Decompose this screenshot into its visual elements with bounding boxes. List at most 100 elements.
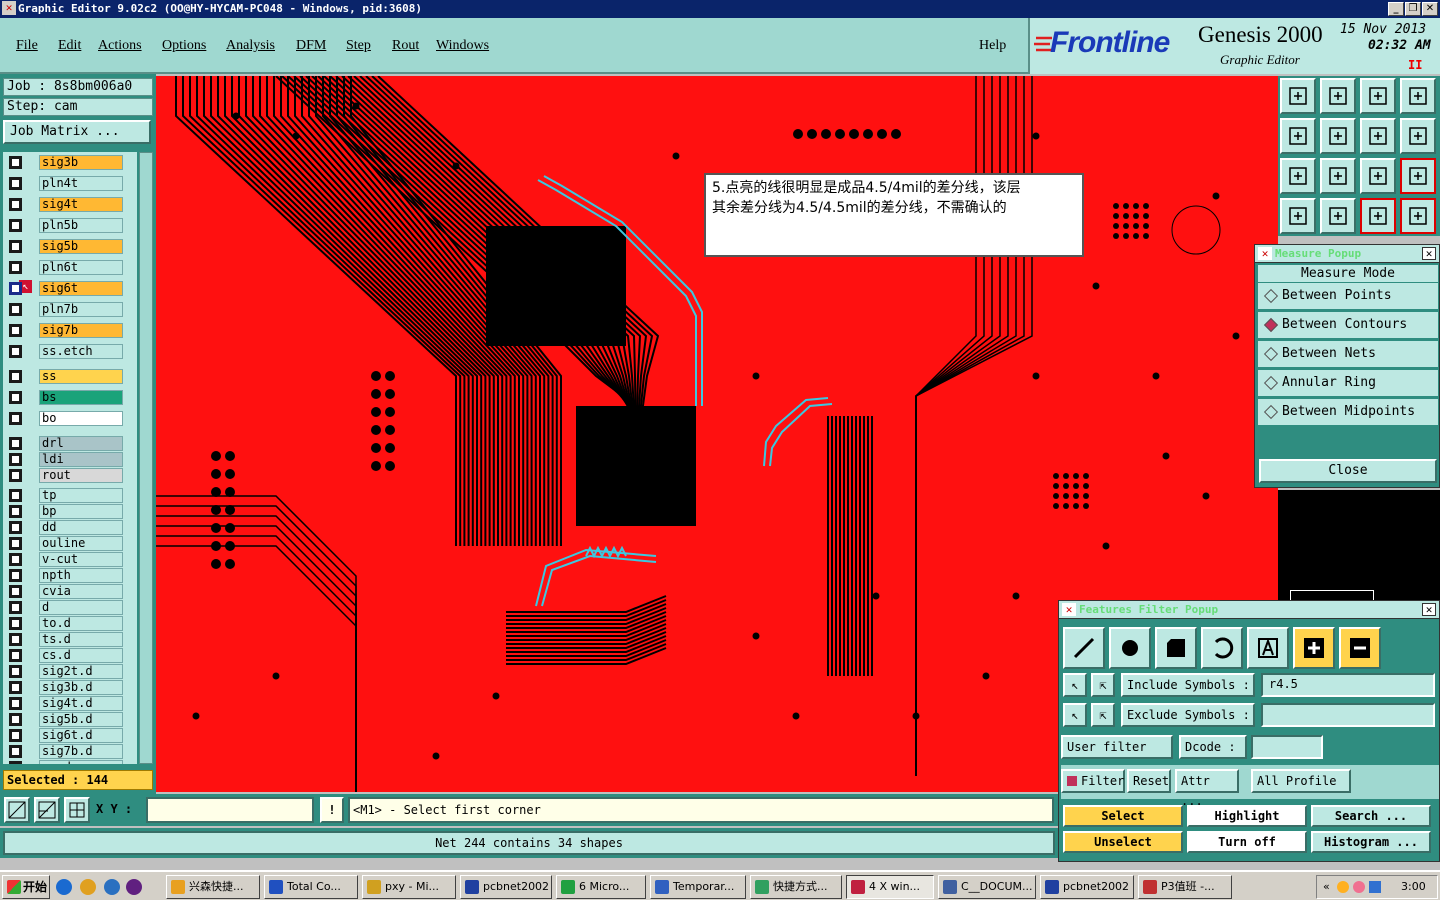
layer-checkbox[interactable]	[9, 261, 22, 274]
histogram-button[interactable]: Histogram ...	[1311, 831, 1431, 853]
zoom-left-icon[interactable]	[1280, 118, 1316, 154]
layer-checkbox[interactable]	[9, 729, 22, 742]
measure-close-button[interactable]: Close	[1259, 459, 1437, 483]
layer-row[interactable]: rout	[3, 467, 137, 484]
layer-checkbox[interactable]	[9, 219, 22, 232]
menu-actions[interactable]: Actions	[98, 38, 142, 54]
layer-row[interactable]: pln6t	[3, 259, 137, 276]
measure-option-between-midpoints[interactable]: Between Midpoints	[1258, 399, 1438, 425]
fit-height-icon[interactable]	[1320, 158, 1356, 194]
zoom-in-icon[interactable]	[1320, 78, 1356, 114]
line-feature-button[interactable]	[1063, 627, 1105, 669]
menu-rout[interactable]: Rout	[392, 38, 419, 54]
layer-row[interactable]: sig3b.d	[3, 679, 137, 696]
layer-row[interactable]: v-cut	[3, 551, 137, 568]
include-symbols-field[interactable]: r4.5	[1261, 673, 1435, 697]
layer-checkbox[interactable]	[9, 303, 22, 316]
menu-windows[interactable]: Windows	[436, 38, 489, 54]
text-feature-button[interactable]	[1247, 627, 1289, 669]
pan-icon[interactable]	[1360, 118, 1396, 154]
layer-row[interactable]: sig5b	[3, 238, 137, 255]
snap-icon[interactable]	[34, 797, 60, 823]
layer-row[interactable]: sig3b	[3, 154, 137, 171]
taskbar-button[interactable]: Temporar...	[650, 875, 746, 899]
layer-row[interactable]: ss.d	[3, 759, 137, 764]
dcode-label[interactable]: Dcode :	[1179, 735, 1247, 759]
layer-row[interactable]: ss	[3, 368, 137, 385]
positive-polarity-button[interactable]	[1293, 627, 1335, 669]
layer-row[interactable]: to.d	[3, 615, 137, 632]
menu-dfm[interactable]: DFM	[296, 38, 326, 54]
layer-checkbox[interactable]	[9, 324, 22, 337]
fit-all-icon[interactable]	[1280, 158, 1316, 194]
layer-row[interactable]: npth	[3, 567, 137, 584]
attr-button[interactable]: Attr ...	[1175, 769, 1239, 808]
taskbar-button[interactable]: 兴森快捷...	[166, 875, 260, 899]
menu-analysis[interactable]: Analysis	[226, 38, 275, 54]
layer-checkbox[interactable]	[9, 601, 22, 614]
job-matrix-button[interactable]: Job Matrix ...	[3, 120, 151, 144]
layer-scrollbar[interactable]	[139, 152, 153, 764]
exclude-arrow-left-icon[interactable]: ↖	[1063, 703, 1087, 727]
layer-row[interactable]: d	[3, 599, 137, 616]
select-button[interactable]: Select	[1063, 805, 1183, 827]
layer-checkbox[interactable]	[9, 697, 22, 710]
taskbar-button[interactable]: C__DOCUM...	[938, 875, 1036, 899]
close-window-button[interactable]: ✕	[1422, 2, 1438, 16]
layer-row[interactable]: sig5b.d	[3, 711, 137, 728]
layer-row[interactable]: sig4t	[3, 196, 137, 213]
menu-options[interactable]: Options	[162, 38, 206, 54]
grid-icon[interactable]	[64, 797, 90, 823]
taskbar-button[interactable]: 6 Micro...	[556, 875, 646, 899]
exclamation-icon[interactable]: !	[320, 797, 344, 823]
taskbar-button[interactable]: pcbnet2002	[1040, 875, 1134, 899]
layer-checkbox[interactable]	[9, 156, 22, 169]
layer-row[interactable]: pln4t	[3, 175, 137, 192]
measure-option-annular-ring[interactable]: Annular Ring	[1258, 370, 1438, 396]
tray-app-icon[interactable]	[1353, 881, 1365, 893]
measure-option-between-points[interactable]: Between Points	[1258, 283, 1438, 309]
layer-compare-icon[interactable]	[1400, 198, 1436, 234]
layer-row[interactable]: pln5b	[3, 217, 137, 234]
taskbar-button[interactable]: 4 X win...	[846, 875, 934, 899]
layer-checkbox[interactable]	[9, 681, 22, 694]
layer-row[interactable]: pln7b	[3, 301, 137, 318]
search-button[interactable]: Search ...	[1311, 805, 1431, 827]
layer-checkbox[interactable]	[9, 240, 22, 253]
clock[interactable]: 3:00	[1401, 876, 1426, 898]
layer-row[interactable]: sig4t.d	[3, 695, 137, 712]
surface-feature-button[interactable]	[1155, 627, 1197, 669]
layer-checkbox[interactable]	[9, 713, 22, 726]
layer-row[interactable]: cs.d	[3, 647, 137, 664]
taskbar-button[interactable]: pcbnet2002	[460, 875, 552, 899]
layer-row[interactable]: bp	[3, 503, 137, 520]
layer-checkbox[interactable]	[9, 370, 22, 383]
layer-checkbox[interactable]	[9, 649, 22, 662]
help-icon[interactable]	[1400, 158, 1436, 194]
dcode-field[interactable]	[1251, 735, 1323, 759]
unselect-button[interactable]: Unselect	[1063, 831, 1183, 853]
x-icon[interactable]	[126, 879, 142, 895]
layer-checkbox[interactable]	[9, 569, 22, 582]
ie-icon[interactable]	[56, 879, 72, 895]
layer-row[interactable]: sig2t.d	[3, 663, 137, 680]
exclude-arrow-right-icon[interactable]: ⇱	[1091, 703, 1115, 727]
measure-option-between-nets[interactable]: Between Nets	[1258, 341, 1438, 367]
include-arrow-left-icon[interactable]: ↖	[1063, 673, 1087, 697]
maximize-button[interactable]: ❐	[1405, 2, 1421, 16]
layer-checkbox[interactable]	[9, 282, 22, 295]
grid-view-icon[interactable]	[1320, 198, 1356, 234]
layer-checkbox[interactable]	[9, 391, 22, 404]
measure-option-between-contours[interactable]: Between Contours	[1258, 312, 1438, 338]
include-arrow-right-icon[interactable]: ⇱	[1091, 673, 1115, 697]
browser-icon[interactable]	[104, 879, 120, 895]
layer-row[interactable]: dd	[3, 519, 137, 536]
pad-feature-button[interactable]	[1109, 627, 1151, 669]
menu-file[interactable]: File	[16, 38, 38, 54]
negative-polarity-button[interactable]	[1339, 627, 1381, 669]
layer-row[interactable]: sig6t.d	[3, 727, 137, 744]
layer-checkbox[interactable]	[9, 198, 22, 211]
exclude-symbols-label[interactable]: Exclude Symbols :	[1121, 703, 1255, 727]
layer-checkbox[interactable]	[9, 412, 22, 425]
include-symbols-label[interactable]: Include Symbols :	[1121, 673, 1255, 697]
